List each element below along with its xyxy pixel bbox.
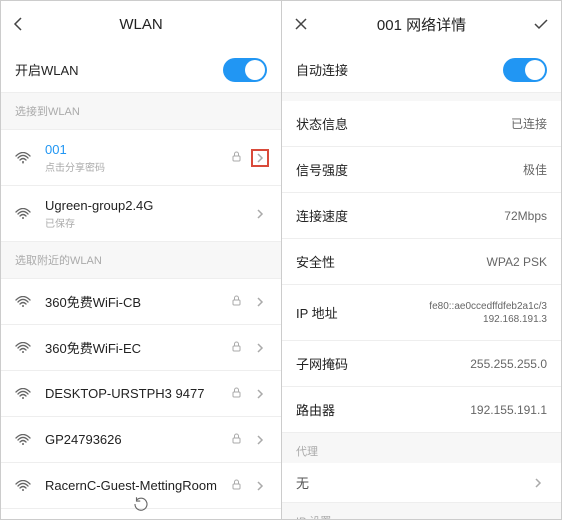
lock-icon [232,387,241,401]
details-chevron-selected[interactable] [251,149,269,167]
wifi-item[interactable]: GP24793626 [1,417,281,463]
details-chevron[interactable] [251,339,269,357]
wifi-icon [13,152,33,164]
wifi-icon [13,388,33,400]
wlan-toggle[interactable] [223,58,267,82]
details-chevron[interactable] [251,477,269,495]
wlan-toggle-label: 开启WLAN [15,60,79,79]
wifi-name: Ugreen-group2.4G [45,198,251,213]
wifi-icon [13,208,33,220]
lock-icon [232,151,241,165]
wifi-name: RacernC-Guest-MettingRoom [45,478,232,493]
details-chevron[interactable] [251,293,269,311]
row-signal: 信号强度 极佳 [282,147,561,193]
lock-icon [232,479,241,493]
chevron-icon [529,474,547,492]
row-ip: IP 地址 fe80::ae0ccedffdfeb2a1c/3 192.168.… [282,285,561,341]
row-router: 路由器 192.155.191.1 [282,387,561,433]
section-available: 选取附近的WLAN [1,242,281,279]
row-status: 状态信息 已连接 [282,101,561,147]
refresh-icon[interactable] [1,495,281,513]
auto-connect-toggle[interactable] [503,58,547,82]
wifi-sub: 点击分享密码 [45,159,232,174]
section-connected: 选接到WLAN [1,93,281,130]
back-button[interactable] [13,16,43,32]
details-chevron[interactable] [251,431,269,449]
wifi-icon [13,296,33,308]
wlan-toggle-row[interactable]: 开启WLAN [1,47,281,93]
wifi-icon [13,434,33,446]
header-right: 001 网络详情 [282,1,561,47]
wifi-saved[interactable]: Ugreen-group2.4G 已保存 [1,186,281,242]
row-speed: 连接速度 72Mbps [282,193,561,239]
confirm-button[interactable] [519,18,549,30]
wifi-icon [13,480,33,492]
wifi-name: 360免费WiFi-EC [45,338,232,357]
wifi-sub: 已保存 [45,215,251,230]
details-chevron[interactable] [251,205,269,223]
details-chevron[interactable] [251,385,269,403]
lock-icon [232,295,241,309]
row-security: 安全性 WPA2 PSK [282,239,561,285]
wifi-name: 001 [45,142,232,157]
wifi-name: GP24793626 [45,432,232,447]
wifi-item[interactable]: 360免费WiFi-CB [1,279,281,325]
close-button[interactable] [294,17,324,31]
page-title-left: WLAN [43,16,239,33]
lock-icon [232,341,241,355]
wifi-selected[interactable]: 001 点击分享密码 [1,130,281,186]
page-title-right: 001 网络详情 [324,14,519,35]
auto-connect-row[interactable]: 自动连接 [282,47,561,93]
ipset-section: IP 设置 [282,503,561,519]
proxy-select[interactable]: 无 [282,463,561,503]
header-left: WLAN [1,1,281,47]
wifi-icon [13,342,33,354]
row-mask: 子网掩码 255.255.255.0 [282,341,561,387]
lock-icon [232,433,241,447]
wifi-item[interactable]: 360免费WiFi-EC [1,325,281,371]
wifi-name: DESKTOP-URSTPH3 9477 [45,386,232,401]
auto-connect-label: 自动连接 [296,60,348,79]
wifi-name: 360免费WiFi-CB [45,292,232,311]
wifi-item[interactable]: DESKTOP-URSTPH3 9477 [1,371,281,417]
proxy-section: 代理 [282,433,561,463]
